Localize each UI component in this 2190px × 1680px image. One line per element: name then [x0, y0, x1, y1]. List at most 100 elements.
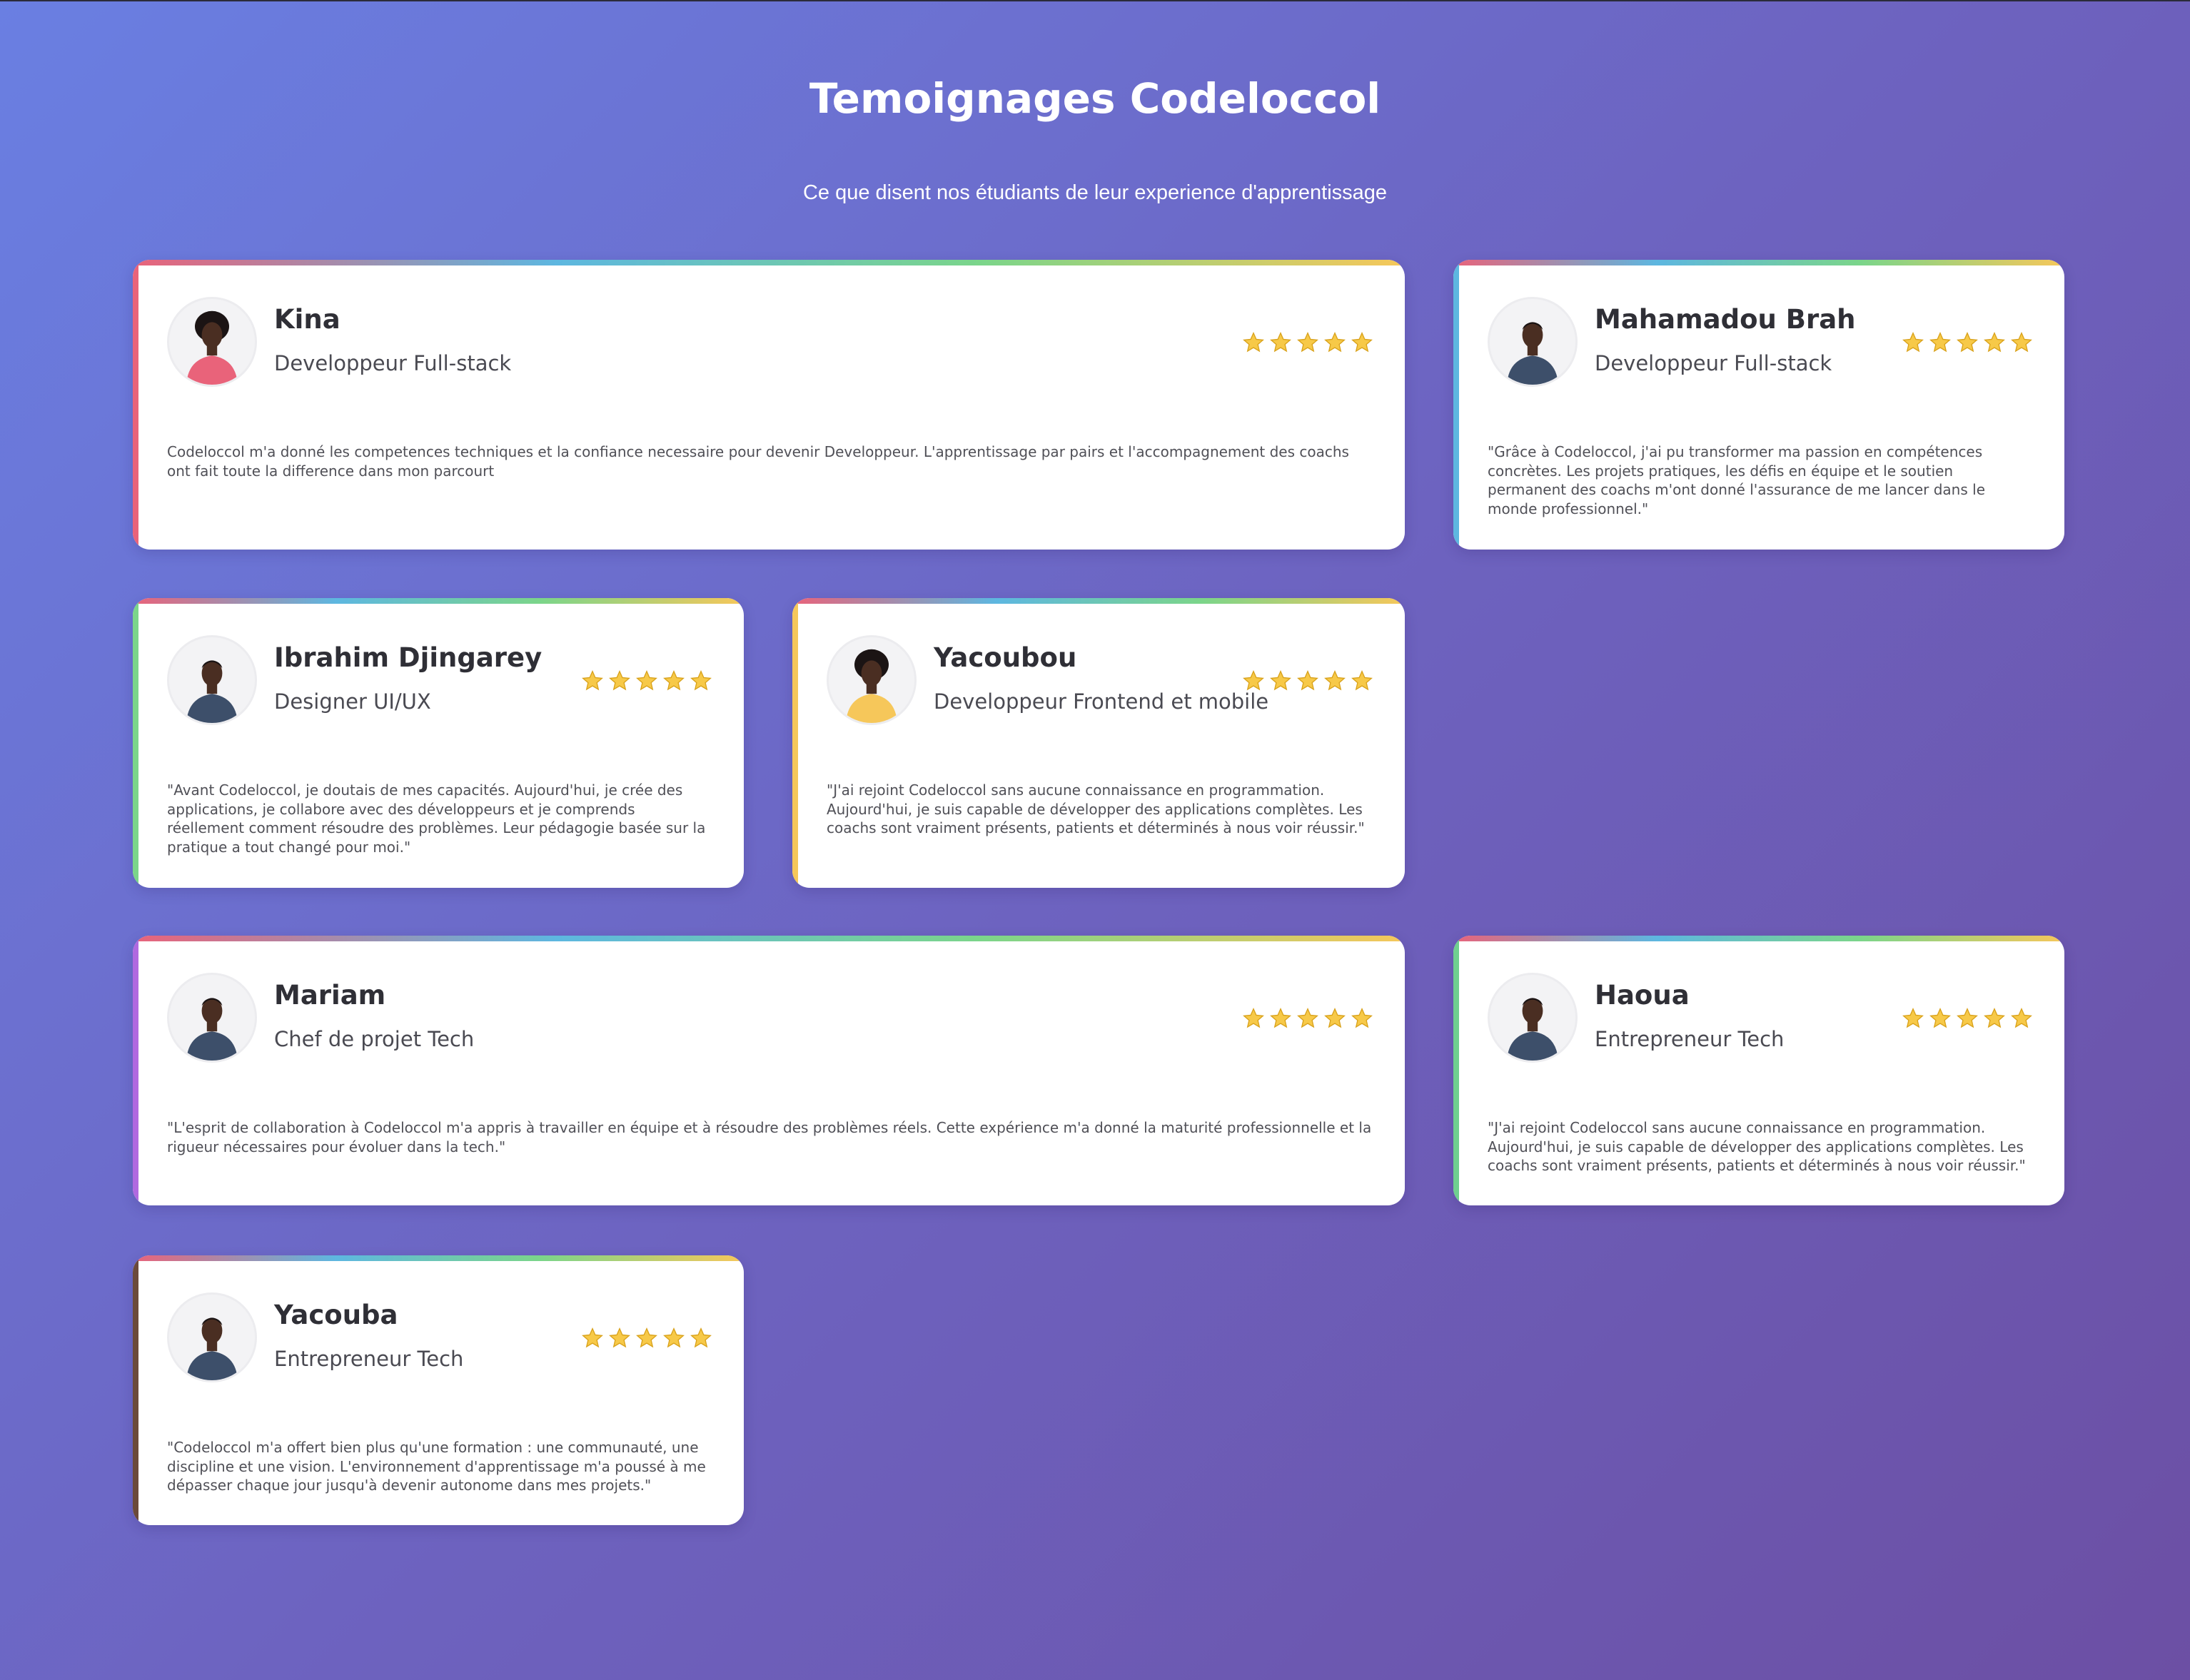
card-accent-left-border: [133, 1255, 138, 1525]
testimonial-role: Designer UI/UX: [274, 689, 431, 714]
avatar: [167, 1292, 257, 1382]
testimonial-name: Kina: [274, 304, 340, 335]
man-portrait-icon: [1490, 299, 1575, 385]
star-icon: [2010, 331, 2033, 354]
testimonial-role: Entrepreneur Tech: [274, 1347, 464, 1371]
star-icon: [1296, 1007, 1319, 1030]
testimonial-quote: Codeloccol m'a donné les competences tec…: [167, 443, 1349, 480]
star-icon: [1242, 669, 1265, 692]
card-gradient-top-border: [133, 598, 744, 604]
star-rating: [1902, 1007, 2033, 1030]
star-icon: [1902, 331, 1924, 354]
man-portrait-icon: [169, 637, 255, 723]
page-title: Temoignages Codeloccol: [809, 74, 1381, 123]
card-accent-left-border: [1453, 936, 1459, 1205]
star-icon: [1269, 669, 1292, 692]
card-accent-left-border: [133, 260, 138, 550]
star-rating: [1242, 1007, 1373, 1030]
star-icon: [662, 1327, 685, 1350]
star-icon: [1956, 331, 1979, 354]
man-portrait-icon: [1490, 975, 1575, 1061]
star-icon: [1242, 1007, 1265, 1030]
star-icon: [1902, 1007, 1924, 1030]
man-portrait-icon: [169, 1295, 255, 1380]
testimonial-role: Developpeur Full-stack: [274, 351, 512, 375]
star-icon: [635, 1327, 658, 1350]
testimonial-name: Yacouba: [274, 1300, 398, 1330]
star-icon: [608, 669, 631, 692]
testimonial-card: Ibrahim Djingarey Designer UI/UX "Avant C…: [133, 598, 744, 888]
star-icon: [1296, 331, 1319, 354]
card-gradient-top-border: [133, 1255, 744, 1261]
star-icon: [1269, 1007, 1292, 1030]
woman-portrait-icon: [829, 637, 914, 723]
star-icon: [1323, 669, 1346, 692]
testimonial-card: Yacoubou Developpeur Frontend et mobile "…: [792, 598, 1405, 888]
testimonial-name: Mariam: [274, 980, 386, 1011]
testimonial-name: Yacoubou: [934, 642, 1077, 673]
testimonial-quote: "J'ai rejoint Codeloccol sans aucune con…: [1488, 1119, 2026, 1174]
testimonial-quote: "L'esprit de collaboration à Codeloccol …: [167, 1119, 1372, 1155]
star-icon: [2010, 1007, 2033, 1030]
testimonial-role: Entrepreneur Tech: [1595, 1027, 1785, 1051]
card-gradient-top-border: [133, 260, 1405, 265]
star-icon: [1269, 331, 1292, 354]
man-portrait-icon: [169, 975, 255, 1061]
star-rating: [1902, 331, 2033, 354]
star-rating: [1242, 669, 1373, 692]
star-rating: [581, 669, 712, 692]
testimonial-quote: "Codeloccol m'a offert bien plus qu'une …: [167, 1439, 706, 1494]
card-gradient-top-border: [1453, 260, 2064, 265]
avatar: [167, 297, 257, 387]
testimonial-role: Developpeur Frontend et mobile: [934, 689, 1269, 714]
star-icon: [1351, 669, 1373, 692]
testimonial-card: Mahamadou Brah Developpeur Full-stack "Gr…: [1453, 260, 2064, 550]
testimonial-card: Kina Developpeur Full-stack Codeloccol m'…: [133, 260, 1405, 550]
star-icon: [581, 669, 604, 692]
star-icon: [608, 1327, 631, 1350]
star-icon: [1983, 1007, 2006, 1030]
testimonial-card: Mariam Chef de projet Tech "L'esprit de c…: [133, 936, 1405, 1205]
testimonial-quote: "Avant Codeloccol, je doutais de mes cap…: [167, 781, 706, 856]
card-accent-left-border: [792, 598, 798, 888]
star-icon: [1323, 1007, 1346, 1030]
star-icon: [1242, 331, 1265, 354]
top-border-line: [0, 0, 2190, 1]
avatar: [1488, 973, 1578, 1063]
testimonial-role: Developpeur Full-stack: [1595, 351, 1832, 375]
card-gradient-top-border: [792, 598, 1405, 604]
star-icon: [662, 669, 685, 692]
card-accent-left-border: [133, 936, 138, 1205]
star-rating: [1242, 331, 1373, 354]
testimonial-card: Haoua Entrepreneur Tech "J'ai rejoint Cod…: [1453, 936, 2064, 1205]
star-rating: [581, 1327, 712, 1350]
star-icon: [1929, 1007, 1952, 1030]
card-gradient-top-border: [1453, 936, 2064, 941]
star-icon: [1983, 331, 2006, 354]
card-gradient-top-border: [133, 936, 1405, 941]
star-icon: [1351, 1007, 1373, 1030]
woman-portrait-icon: [169, 299, 255, 385]
star-icon: [1956, 1007, 1979, 1030]
star-icon: [690, 1327, 712, 1350]
star-icon: [1351, 331, 1373, 354]
star-icon: [635, 669, 658, 692]
avatar: [167, 635, 257, 725]
star-icon: [1296, 669, 1319, 692]
testimonial-card: Yacouba Entrepreneur Tech "Codeloccol m'a…: [133, 1255, 744, 1525]
card-accent-left-border: [1453, 260, 1459, 550]
page-subtitle: Ce que disent nos étudiants de leur expe…: [802, 181, 1388, 204]
star-icon: [1929, 331, 1952, 354]
avatar: [167, 973, 257, 1063]
testimonial-quote: "J'ai rejoint Codeloccol sans aucune con…: [827, 781, 1365, 836]
testimonial-quote: "Grâce à Codeloccol, j'ai pu transformer…: [1488, 443, 1985, 517]
star-icon: [1323, 331, 1346, 354]
star-icon: [690, 669, 712, 692]
testimonial-name: Ibrahim Djingarey: [274, 642, 543, 673]
card-accent-left-border: [133, 598, 138, 888]
avatar: [827, 635, 917, 725]
testimonial-name: Mahamadou Brah: [1595, 304, 1856, 335]
testimonial-name: Haoua: [1595, 980, 1690, 1011]
star-icon: [581, 1327, 604, 1350]
testimonial-role: Chef de projet Tech: [274, 1027, 475, 1051]
